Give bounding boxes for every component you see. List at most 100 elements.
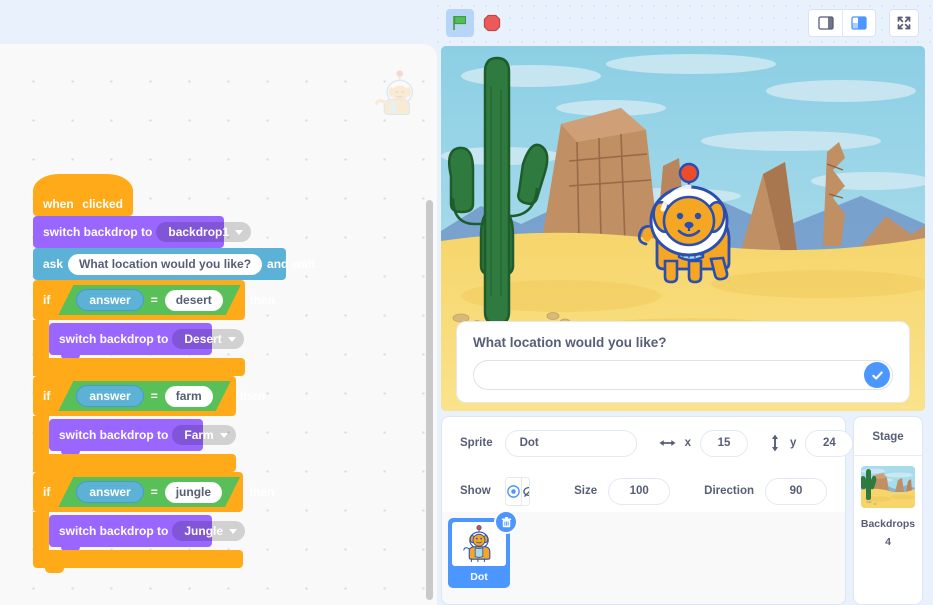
then-label: then: [249, 485, 275, 499]
hide-button[interactable]: [520, 477, 530, 505]
y-position-input[interactable]: [805, 429, 854, 457]
show-button[interactable]: [505, 477, 521, 505]
backdrop-dropdown[interactable]: backdrop1: [156, 222, 252, 242]
if-header-2[interactable]: if answer = farm then: [33, 376, 265, 416]
if-header-3[interactable]: if answer = jungle then: [33, 472, 274, 512]
backdrop-dropdown-value: Farm: [184, 428, 214, 442]
show-label: Show: [460, 485, 491, 497]
stage[interactable]: What location would you like?: [441, 46, 925, 411]
sprite-info-row-1: Sprite x: [442, 417, 854, 469]
chevron-down-icon: [229, 528, 238, 534]
sprite-name-label: Sprite: [460, 437, 493, 449]
backdrop-dropdown[interactable]: Farm: [172, 425, 236, 445]
backdrop-dropdown[interactable]: Jungle: [172, 521, 246, 541]
ask-submit-button[interactable]: [864, 362, 890, 388]
x-position-input[interactable]: [700, 429, 748, 457]
backdrop-dropdown-value: Jungle: [184, 524, 224, 538]
block-ask-and-wait[interactable]: ask What location would you like? and wa…: [33, 248, 315, 285]
if-label: if: [43, 293, 51, 307]
green-flag-icon: [453, 16, 467, 30]
compare-value-input[interactable]: farm: [165, 386, 213, 407]
switch-backdrop-label: switch backdrop to: [59, 428, 169, 442]
eye-hidden-icon: [522, 486, 530, 497]
block-if-then-1[interactable]: if answer = desert then switch backdrop …: [33, 280, 286, 381]
green-flag-icon: [77, 203, 79, 205]
block-switch-backdrop-1[interactable]: switch backdrop to backdrop1: [33, 216, 252, 253]
operator-symbol: =: [150, 485, 158, 499]
ask-question-text: What location would you like?: [473, 335, 667, 350]
chevron-down-icon: [219, 432, 228, 438]
answer-reporter[interactable]: answer: [76, 289, 143, 311]
backdrops-label: Backdrops: [860, 518, 916, 530]
block-switch-backdrop-desert[interactable]: switch backdrop to Desert: [49, 323, 244, 360]
checkmark-icon: [871, 370, 883, 380]
equals-operator-2[interactable]: answer = farm: [58, 381, 230, 411]
block-switch-backdrop-jungle[interactable]: switch backdrop to Jungle: [49, 515, 246, 552]
if-footer-2: [33, 454, 236, 477]
backdrops-count: 4: [885, 536, 891, 548]
operator-symbol: =: [150, 389, 158, 403]
sprite-tile-dot[interactable]: Dot: [448, 510, 518, 588]
sprite-name-input[interactable]: [504, 429, 637, 457]
show-hide-toggle: [504, 476, 531, 506]
if-footer-3: [33, 550, 243, 573]
code-workspace[interactable]: when clicked switch backdrop to backdrop…: [0, 44, 437, 605]
size-input[interactable]: [608, 477, 671, 505]
ask-prompt-panel: What location would you like?: [456, 321, 910, 403]
ask-label: ask: [43, 257, 64, 271]
backdrop-dropdown[interactable]: Desert: [172, 329, 244, 349]
compare-value-input[interactable]: desert: [165, 290, 223, 311]
equals-operator-1[interactable]: answer = desert: [58, 285, 240, 315]
operator-symbol: =: [150, 293, 158, 307]
small-stage-button[interactable]: [809, 10, 842, 36]
if-arm-1: [33, 320, 49, 358]
and-wait-label: and wait: [267, 257, 316, 271]
when-label: when: [43, 197, 74, 211]
if-arm-3: [33, 512, 49, 550]
ask-answer-input[interactable]: [473, 360, 893, 390]
sprite-selector-list[interactable]: Dot: [441, 510, 846, 605]
workspace-scrollbar-thumb[interactable]: [426, 200, 433, 600]
fullscreen-button[interactable]: [889, 9, 919, 37]
if-footer-1: [33, 358, 245, 381]
backdrop-dropdown-value: Desert: [184, 332, 222, 346]
block-when-flag-clicked[interactable]: when clicked: [33, 174, 133, 221]
answer-reporter[interactable]: answer: [76, 385, 143, 407]
ask-question-input[interactable]: What location would you like?: [68, 253, 263, 275]
fullscreen-icon: [897, 16, 911, 30]
equals-operator-3[interactable]: answer = jungle: [58, 477, 240, 507]
stage-selector-panel[interactable]: Stage Backdrops 4: [853, 416, 923, 605]
trash-icon: [501, 516, 511, 527]
sprite-info-row-2: Show Size Direction: [442, 469, 845, 513]
sprite-watermark-dot: [375, 70, 414, 115]
delete-sprite-button[interactable]: [494, 510, 518, 534]
switch-backdrop-label: switch backdrop to: [59, 524, 169, 538]
chevron-down-icon: [227, 336, 236, 342]
vertical-arrows-icon: [769, 434, 781, 452]
direction-label: Direction: [704, 485, 754, 497]
small-stage-layout-icon: [817, 16, 834, 30]
scratch-editor: when clicked switch backdrop to backdrop…: [0, 0, 933, 605]
if-label: if: [43, 389, 51, 403]
eye-visible-icon: [506, 484, 520, 498]
large-stage-button[interactable]: [842, 10, 875, 36]
if-label: if: [43, 485, 51, 499]
answer-reporter[interactable]: answer: [76, 481, 143, 503]
green-flag-button[interactable]: [446, 9, 474, 37]
if-header-1[interactable]: if answer = desert then: [33, 280, 275, 320]
backdrop-dropdown-value: backdrop1: [168, 225, 230, 239]
if-arm-2: [33, 416, 49, 454]
compare-value-input[interactable]: jungle: [165, 482, 222, 503]
horizontal-arrows-icon: [659, 437, 676, 449]
block-if-then-2[interactable]: if answer = farm then switch backdrop to…: [33, 376, 286, 477]
script-stack[interactable]: when clicked switch backdrop to backdrop…: [33, 174, 315, 573]
stop-button[interactable]: [481, 12, 503, 34]
block-if-then-3[interactable]: if answer = jungle then switch backdrop …: [33, 472, 286, 573]
block-switch-backdrop-farm[interactable]: switch backdrop to Farm: [49, 419, 236, 456]
direction-input[interactable]: [765, 477, 827, 505]
x-label: x: [684, 437, 691, 449]
sprite-tile-label: Dot: [470, 571, 488, 583]
stage-backdrop-thumbnail[interactable]: [861, 466, 915, 508]
then-label: then: [249, 293, 276, 307]
sprite-thumbnail-dot-icon: [463, 525, 491, 562]
